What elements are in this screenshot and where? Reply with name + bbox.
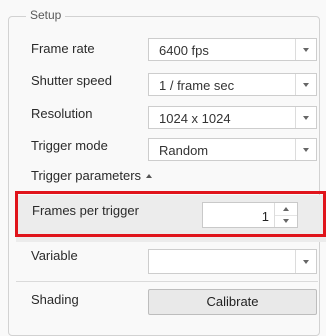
frame-rate-value: 6400 fps [159, 43, 209, 58]
resolution-value: 1024 x 1024 [159, 111, 231, 126]
chevron-up-icon [146, 174, 153, 178]
frame-rate-label: Frame rate [31, 41, 95, 56]
frame-rate-dropdown[interactable]: 6400 fps [148, 38, 317, 61]
divider [16, 281, 318, 282]
resolution-dropdown[interactable]: 1024 x 1024 [148, 106, 317, 129]
trigger-parameters-toggle[interactable]: Trigger parameters [31, 168, 153, 183]
shutter-speed-label: Shutter speed [31, 73, 112, 88]
trigger-mode-label: Trigger mode [31, 138, 108, 153]
shutter-speed-dropdown[interactable]: 1 / frame sec [148, 73, 317, 96]
variable-label: Variable [31, 248, 78, 263]
chevron-down-icon[interactable] [295, 139, 316, 160]
trigger-parameters-label: Trigger parameters [31, 168, 142, 183]
variable-dropdown[interactable] [148, 249, 317, 274]
setup-group-title: Setup [26, 8, 66, 22]
chevron-down-icon[interactable] [295, 74, 316, 95]
chevron-down-icon[interactable] [295, 39, 316, 60]
shading-label: Shading [31, 292, 79, 307]
trigger-mode-value: Random [159, 143, 209, 158]
chevron-down-icon[interactable] [295, 107, 316, 128]
trigger-mode-dropdown[interactable]: Random [148, 138, 317, 161]
chevron-down-icon[interactable] [295, 250, 316, 273]
resolution-label: Resolution [31, 106, 93, 121]
shutter-speed-value: 1 / frame sec [159, 78, 235, 93]
highlight-box [15, 191, 326, 237]
calibrate-button[interactable]: Calibrate [148, 289, 317, 315]
